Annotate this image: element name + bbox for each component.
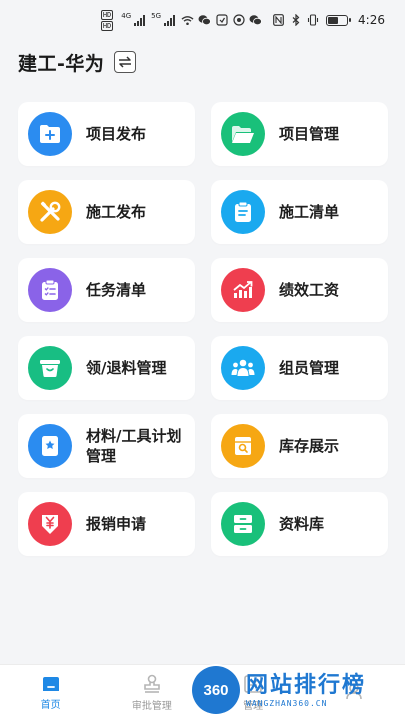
status-bar: HD HD 4G 5G 4:26 <box>0 0 405 40</box>
watermark: 360 网站排行榜 WANGZHAN360.CN <box>192 660 405 720</box>
basket-icon <box>28 346 72 390</box>
battery-level <box>328 16 339 24</box>
tab-approval[interactable]: 审批管理 <box>112 674 192 712</box>
growth-chart-icon <box>221 268 265 312</box>
module-material-issue-return[interactable]: 领/退料管理 <box>18 336 195 400</box>
watermark-subtitle: WANGZHAN360.CN <box>246 698 328 708</box>
group-icon <box>221 346 265 390</box>
inventory-search-icon <box>221 424 265 468</box>
network-tag-5g: 5G <box>151 12 162 20</box>
app-notification-icon <box>215 14 228 27</box>
swap-arrows-icon <box>119 56 132 68</box>
folder-add-icon <box>28 112 72 156</box>
clock-time: 4:26 <box>358 13 385 27</box>
battery-icon <box>326 14 352 26</box>
module-label: 施工清单 <box>279 203 340 221</box>
module-grid: 项目发布 项目管理 施工发布 施工清单 任务清单 绩效工资 领/退料管理 组员管… <box>18 102 388 556</box>
yen-reimburse-icon <box>28 502 72 546</box>
switch-org-button[interactable] <box>114 51 137 73</box>
folder-open-icon <box>221 112 265 156</box>
checklist-icon <box>28 268 72 312</box>
cabinet-icon <box>221 502 265 546</box>
watermark-text: 网站排行榜 WANGZHAN360.CN <box>246 673 366 708</box>
module-performance-salary[interactable]: 绩效工资 <box>211 258 388 322</box>
wechat-icon-2 <box>249 14 262 27</box>
tab-label: 首页 <box>40 699 61 711</box>
home-icon <box>42 676 59 691</box>
watermark-title: 网站排行榜 <box>246 672 367 698</box>
stamp-icon <box>144 674 160 693</box>
bluetooth-icon <box>289 14 302 27</box>
module-task-list[interactable]: 任务清单 <box>18 258 195 322</box>
module-construction-list[interactable]: 施工清单 <box>211 180 388 244</box>
module-label: 材料/工具计划管理 <box>86 427 182 465</box>
module-project-publish[interactable]: 项目发布 <box>18 102 195 166</box>
module-construction-publish[interactable]: 施工发布 <box>18 180 195 244</box>
module-label: 绩效工资 <box>279 281 340 299</box>
signal-icon-2 <box>164 14 176 26</box>
module-label: 库存展示 <box>279 437 340 455</box>
header: 建工-华为 <box>18 46 137 78</box>
clipboard-icon <box>221 190 265 234</box>
module-member-manage[interactable]: 组员管理 <box>211 336 388 400</box>
tab-home[interactable]: 首页 <box>11 675 91 711</box>
hd-indicator: HD HD <box>100 9 114 31</box>
module-inventory-display[interactable]: 库存展示 <box>211 414 388 478</box>
watermark-logo: 360 <box>192 666 240 714</box>
star-bookmark-icon <box>28 424 72 468</box>
module-label: 领/退料管理 <box>86 359 167 377</box>
module-label: 施工发布 <box>86 203 147 221</box>
module-label: 组员管理 <box>279 359 340 377</box>
module-label: 项目管理 <box>279 125 340 143</box>
module-label: 报销申请 <box>86 515 147 533</box>
module-material-tool-plan[interactable]: 材料/工具计划管理 <box>18 414 195 478</box>
wechat-icon <box>198 14 211 27</box>
module-label: 任务清单 <box>86 281 147 299</box>
module-project-manage[interactable]: 项目管理 <box>211 102 388 166</box>
module-document-library[interactable]: 资料库 <box>211 492 388 556</box>
module-label: 项目发布 <box>86 125 147 143</box>
shield-notification-icon <box>232 14 245 27</box>
page-title: 建工-华为 <box>18 52 105 75</box>
signal-icon <box>134 14 146 26</box>
module-reimbursement-request[interactable]: 报销申请 <box>18 492 195 556</box>
module-label: 资料库 <box>279 515 325 533</box>
tools-icon <box>28 190 72 234</box>
tab-label: 审批管理 <box>131 700 172 712</box>
wifi-icon <box>181 14 194 27</box>
nfc-icon <box>272 14 285 27</box>
network-tag-4g: 4G <box>121 12 132 20</box>
vibrate-icon <box>306 14 319 27</box>
